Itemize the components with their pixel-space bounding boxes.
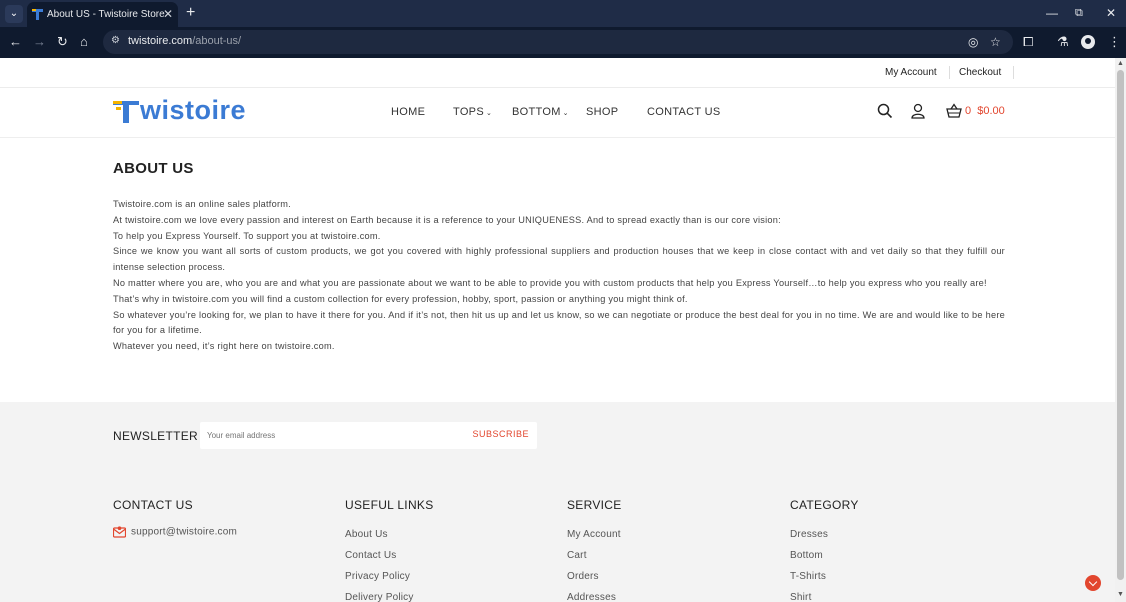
about-paragraph: That’s why in twistoire.com you will fin…	[113, 293, 688, 304]
web-page: My Account Checkout wistoire HOME TOPS ⌄ …	[0, 58, 1115, 602]
chevron-down-icon: ⌄	[562, 110, 569, 117]
browser-tab-bar: ⌄ About US - Twistoire Store ✕ + — ⧉ ✕	[0, 0, 1126, 27]
about-paragraph: No matter where you are, who you are and…	[113, 277, 987, 288]
footer-link-shirt[interactable]: Shirt	[790, 587, 859, 602]
site-info-icon[interactable]: ⚙	[111, 35, 121, 49]
footer-link-contact-us[interactable]: Contact Us	[345, 545, 434, 566]
about-body: Twistoire.com is an online sales platfor…	[113, 197, 1005, 355]
checkout-link[interactable]: Checkout	[959, 67, 1001, 78]
site-logo[interactable]: wistoire	[113, 95, 247, 126]
restore-icon[interactable]: ⧉	[1075, 5, 1083, 21]
browser-address-bar: ← → ↻ ⌂ ⚙ twistoire.com/about-us/ ◎ ☆ ⧠ …	[0, 27, 1126, 58]
about-paragraph: Whatever you need, it’s right here on tw…	[113, 341, 335, 352]
footer-heading: CATEGORY	[790, 498, 859, 512]
footer-category: CATEGORY Dresses Bottom T-Shirts Shirt	[790, 498, 859, 602]
account-icon[interactable]	[910, 103, 926, 119]
my-account-link[interactable]: My Account	[885, 67, 937, 78]
newsletter-label: NEWSLETTER	[113, 429, 199, 443]
mail-icon	[113, 526, 126, 538]
page-title: ABOUT US	[113, 160, 194, 177]
footer-link-addresses[interactable]: Addresses	[567, 587, 622, 602]
eye-off-icon[interactable]: ◎	[968, 35, 978, 49]
top-bar: My Account Checkout	[0, 58, 1115, 88]
topbar-divider	[1013, 66, 1014, 79]
footer-link-privacy-policy[interactable]: Privacy Policy	[345, 566, 434, 587]
home-icon[interactable]: ⌂	[80, 34, 88, 50]
scroll-up-icon[interactable]: ▲	[1117, 60, 1124, 67]
scroll-down-icon[interactable]: ▼	[1117, 591, 1124, 598]
minimize-icon[interactable]: —	[1046, 5, 1058, 21]
about-paragraph: So whatever you’re looking for, we plan …	[113, 309, 1005, 336]
page-scrollbar[interactable]: ▲ ▼	[1115, 58, 1126, 602]
nav-contact-us[interactable]: CONTACT US	[647, 106, 721, 118]
footer-link-my-account[interactable]: My Account	[567, 524, 622, 545]
profile-avatar-icon[interactable]	[1081, 35, 1095, 49]
close-window-icon[interactable]: ✕	[1106, 5, 1116, 21]
site-header: wistoire HOME TOPS ⌄ BOTTOM ⌄ SHOP CONTACT…	[0, 88, 1115, 138]
logo-t-icon	[113, 101, 139, 123]
browser-menu-icon[interactable]: ⋮	[1108, 34, 1121, 50]
about-paragraph: Since we know you want all sorts of cust…	[113, 246, 1005, 273]
reload-icon[interactable]: ↻	[57, 34, 68, 50]
subscribe-button[interactable]: SUBSCRIBE	[472, 429, 529, 439]
footer-link-bottom[interactable]: Bottom	[790, 545, 859, 566]
logo-text: wistoire	[140, 95, 247, 125]
tab-search-icon[interactable]: ⌄	[5, 5, 23, 23]
support-email[interactable]: support@twistoire.com	[113, 526, 237, 538]
new-tab-icon[interactable]: +	[186, 4, 195, 22]
chevron-down-icon: ⌄	[485, 110, 493, 117]
footer-link-dresses[interactable]: Dresses	[790, 524, 859, 545]
footer-link-orders[interactable]: Orders	[567, 566, 622, 587]
back-icon[interactable]: ←	[9, 34, 22, 50]
nav-tops[interactable]: TOPS ⌄	[453, 106, 492, 118]
nav-bottom[interactable]: BOTTOM ⌄	[512, 106, 569, 118]
scrollbar-thumb[interactable]	[1117, 70, 1124, 580]
footer-heading: USEFUL LINKS	[345, 498, 434, 512]
about-paragraph: To help you Express Yourself. To support…	[113, 230, 381, 241]
footer-link-delivery-policy[interactable]: Delivery Policy	[345, 587, 434, 602]
footer-heading: CONTACT US	[113, 498, 193, 512]
about-paragraph: At twistoire.com we love every passion a…	[113, 214, 781, 225]
browser-tab[interactable]: About US - Twistoire Store ✕	[27, 2, 178, 27]
footer-section: NEWSLETTER SUBSCRIBE CONTACT US support@…	[0, 402, 1115, 602]
topbar-divider	[949, 66, 950, 79]
newsletter-form: SUBSCRIBE	[200, 422, 537, 449]
footer-link-t-shirts[interactable]: T-Shirts	[790, 566, 859, 587]
search-icon[interactable]	[877, 103, 893, 119]
cart-basket-icon[interactable]	[946, 103, 962, 119]
footer-service: SERVICE My Account Cart Orders Addresses	[567, 498, 622, 602]
about-paragraph: Twistoire.com is an online sales platfor…	[113, 199, 291, 209]
forward-icon[interactable]: →	[33, 34, 46, 50]
cart-summary[interactable]: 0 $0.00	[965, 105, 1005, 117]
tab-title: About US - Twistoire Store	[47, 9, 165, 20]
url-bar[interactable]: ⚙ twistoire.com/about-us/ ◎ ☆	[103, 30, 1013, 54]
footer-heading: SERVICE	[567, 498, 622, 512]
newsletter-email-input[interactable]	[207, 428, 447, 443]
tab-close-icon[interactable]: ✕	[163, 2, 173, 27]
bookmark-star-icon[interactable]: ☆	[990, 35, 1001, 49]
extensions-icon[interactable]: ⧠	[1023, 34, 1033, 50]
labs-icon[interactable]: ⚗	[1057, 34, 1069, 50]
url-text: twistoire.com/about-us/	[128, 35, 242, 47]
scroll-to-top-button[interactable]	[1085, 575, 1101, 591]
footer-link-about-us[interactable]: About Us	[345, 524, 434, 545]
nav-shop[interactable]: SHOP	[586, 106, 618, 118]
favicon-icon	[32, 9, 43, 20]
nav-home[interactable]: HOME	[391, 106, 425, 118]
footer-link-cart[interactable]: Cart	[567, 545, 622, 566]
footer-contact: CONTACT US support@twistoire.com	[113, 498, 237, 538]
footer-useful-links: USEFUL LINKS About Us Contact Us Privacy…	[345, 498, 434, 602]
